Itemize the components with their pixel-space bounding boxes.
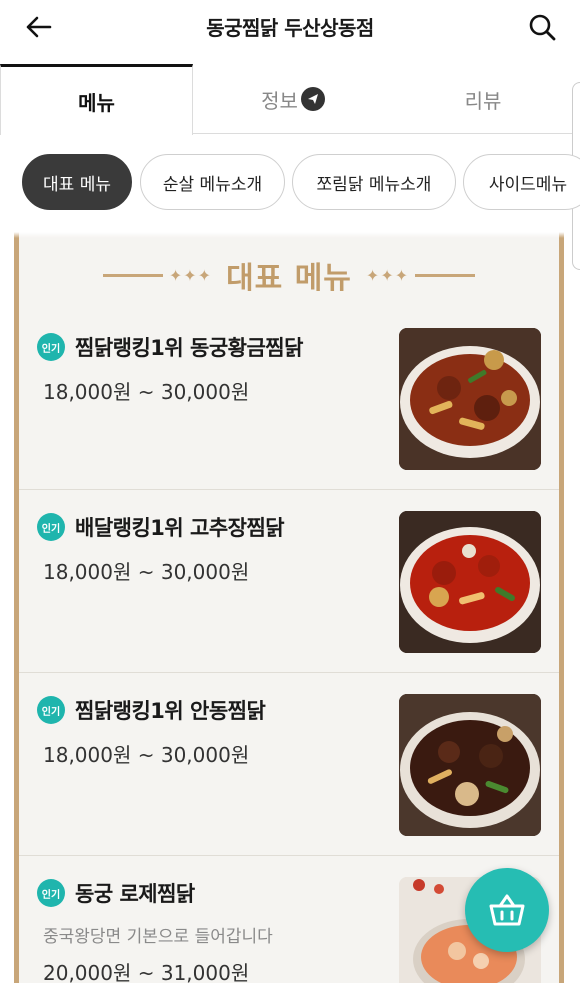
menu-item[interactable]: 인기 찜닭랭킹1위 동궁황금찜닭 18,000원 ~ 30,000원 [19,310,559,490]
tab-bar: 메뉴 정보 리뷰 [0,64,580,135]
menu-item-name-row: 인기 동궁 로제찜닭 [37,878,195,908]
chip-boneless[interactable]: 순살 메뉴소개 [140,154,285,210]
basket-icon [489,894,525,926]
tab-info-label: 정보 [261,88,298,113]
popular-badge: 인기 [37,333,65,361]
tab-menu-label: 메뉴 [78,90,115,115]
menu-item-photo [399,511,541,653]
menu-item-description: 중국왕당면 기본으로 들어갑니다 [43,927,273,947]
tab-menu[interactable]: 메뉴 [0,64,193,135]
chip-signature[interactable]: 대표 메뉴 [22,154,132,210]
menu-item-price: 18,000원 ~ 30,000원 [43,380,250,404]
menu-item-price: 18,000원 ~ 30,000원 [43,743,250,767]
divider [415,273,476,277]
chip-boneless-label: 순살 메뉴소개 [162,174,263,195]
menu-item-name-row: 인기 찜닭랭킹1위 동궁황금찜닭 [37,332,303,362]
tab-info[interactable]: 정보 [193,64,393,134]
tab-review-label: 리뷰 [464,88,502,113]
menu-item-name: 찜닭랭킹1위 안동찜닭 [75,699,266,723]
menu-panel: ✦✦✦ 대표 메뉴 ✦✦✦ 인기 찜닭랭킹1위 동궁황금찜닭 18,000원 ~… [14,228,564,983]
menu-item-name: 동궁 로제찜닭 [75,882,195,906]
popular-badge: 인기 [37,513,65,541]
ornament-right: ✦✦✦ [365,265,410,285]
chip-signature-label: 대표 메뉴 [43,174,111,195]
divider [102,273,163,277]
search-button[interactable] [526,11,558,43]
menu-item[interactable]: 인기 배달랭킹1위 고추장찜닭 18,000원 ~ 30,000원 [19,490,559,673]
chip-side-label: 사이드메뉴 [488,174,568,195]
search-icon [529,14,556,41]
menu-item-price: 20,000원 ~ 31,000원 [43,961,250,983]
menu-item-photo [399,694,541,836]
cart-button[interactable] [465,868,549,952]
chip-braised-label: 쪼림닭 메뉴소개 [316,174,432,195]
popular-badge: 인기 [37,879,65,907]
category-chips: 대표 메뉴 순살 메뉴소개 쪼림닭 메뉴소개 사이드메뉴 [0,150,580,214]
send-icon [300,87,325,111]
popular-badge: 인기 [37,696,65,724]
menu-item-name: 찜닭랭킹1위 동궁황금찜닭 [75,336,303,360]
menu-item-photo [399,328,541,470]
menu-item-price: 18,000원 ~ 30,000원 [43,560,250,584]
section-heading: ✦✦✦ 대표 메뉴 ✦✦✦ [19,250,559,300]
menu-item-name-row: 인기 배달랭킹1위 고추장찜닭 [37,512,285,542]
app-header: 동궁찜닭 두산상동점 [0,0,580,54]
section-title: 대표 메뉴 [226,261,352,296]
page-title: 동궁찜닭 두산상동점 [206,16,374,40]
menu-item[interactable]: 인기 찜닭랭킹1위 안동찜닭 18,000원 ~ 30,000원 [19,673,559,856]
tab-review[interactable]: 리뷰 [393,64,573,134]
menu-item-name-row: 인기 찜닭랭킹1위 안동찜닭 [37,695,266,725]
menu-item-name: 배달랭킹1위 고추장찜닭 [75,516,285,540]
chip-side[interactable]: 사이드메뉴 [463,154,580,210]
ornament-left: ✦✦✦ [168,265,213,285]
chip-braised[interactable]: 쪼림닭 메뉴소개 [292,154,456,210]
